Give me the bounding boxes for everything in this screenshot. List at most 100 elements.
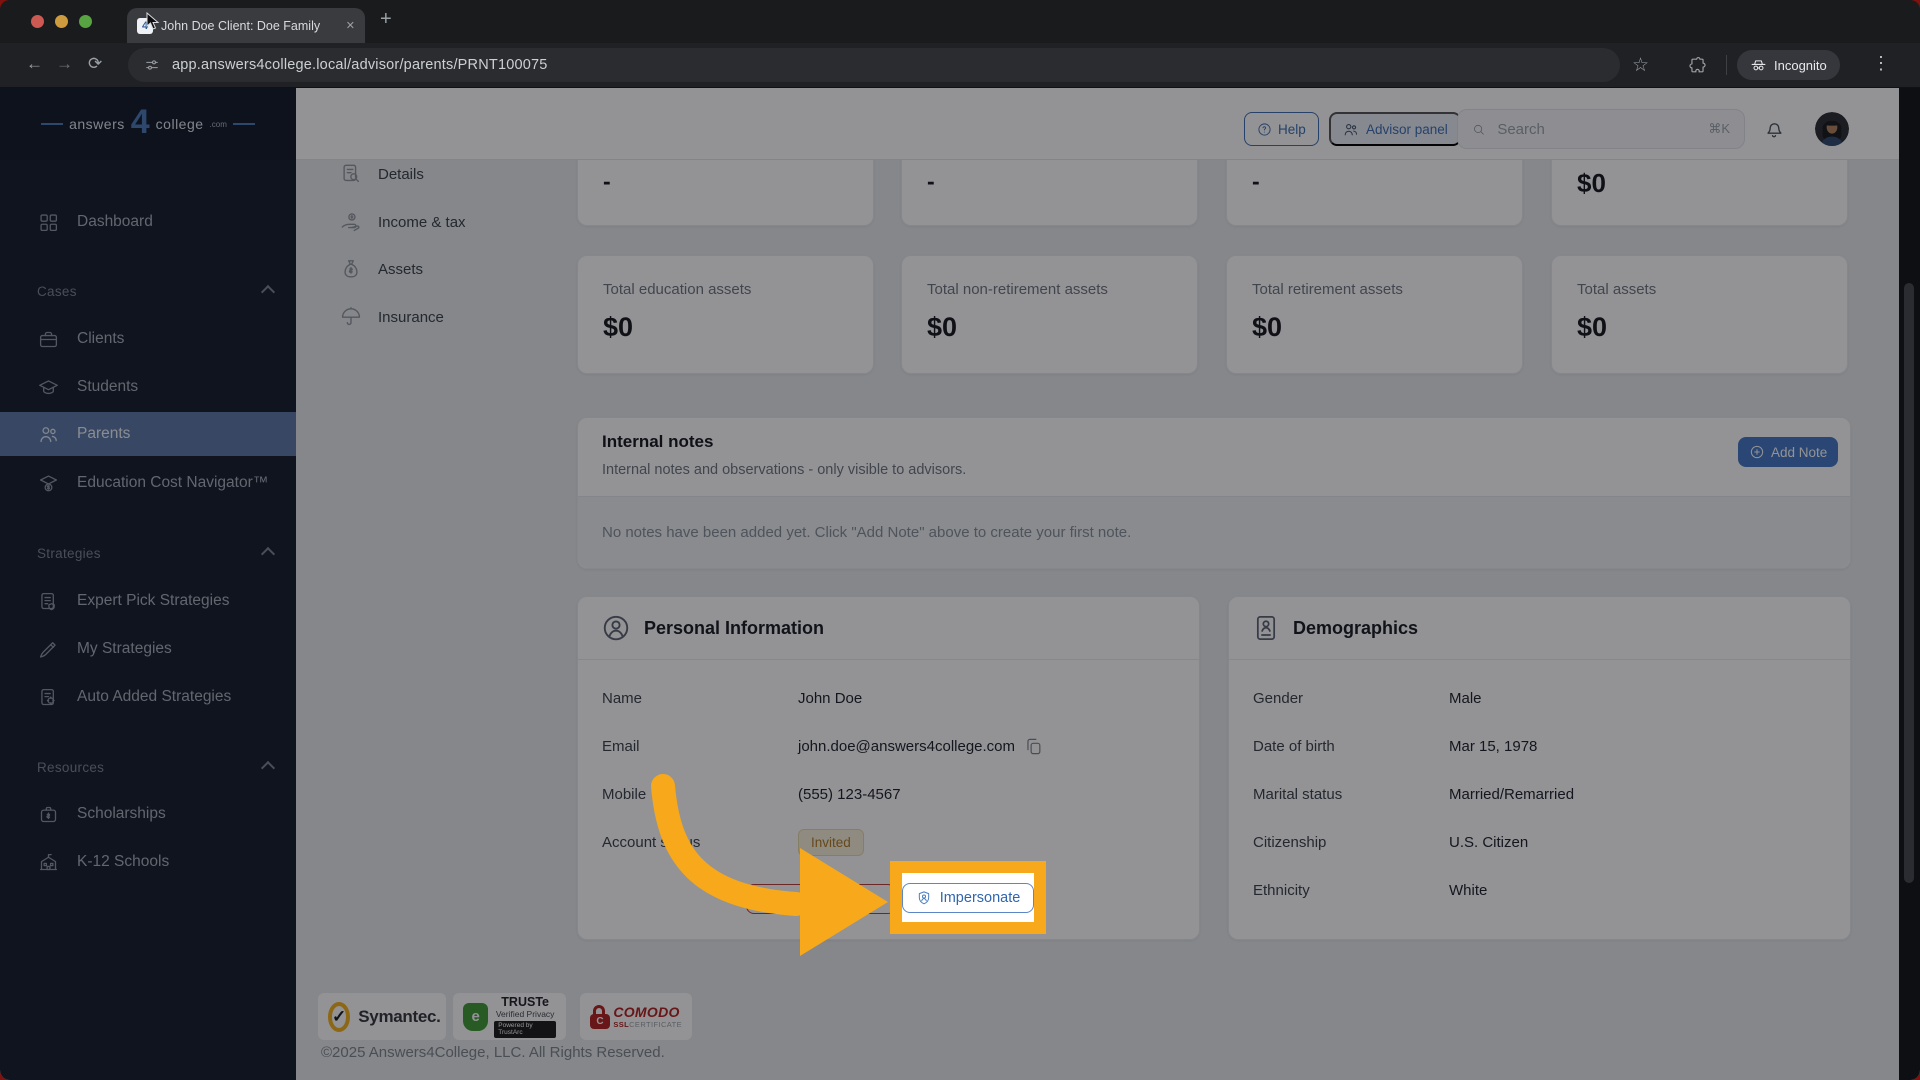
- truste-seal[interactable]: e TRUSTe Verified Privacy Powered by Tru…: [453, 993, 566, 1040]
- search-box[interactable]: ⌘K: [1457, 109, 1745, 149]
- sidebar-item-clients[interactable]: Clients: [0, 317, 296, 361]
- window-minimize-button[interactable]: [55, 15, 68, 28]
- site-settings-icon[interactable]: [144, 57, 160, 73]
- sidebar-section-resources[interactable]: Resources: [37, 760, 104, 775]
- sidebar-item-k12-schools[interactable]: K-12 Schools: [0, 840, 296, 884]
- submenu-item-details[interactable]: Details: [340, 154, 550, 194]
- copyright-text: ©2025 Answers4College, LLC. All Rights R…: [321, 1044, 665, 1061]
- extensions-icon[interactable]: [1688, 56, 1707, 75]
- sidebar-item-parents[interactable]: Parents: [0, 412, 296, 456]
- sidebar-section-cases[interactable]: Cases: [37, 284, 77, 299]
- internal-notes-title: Internal notes: [602, 432, 714, 451]
- window-close-button[interactable]: [31, 15, 44, 28]
- sidebar-item-my-strategies[interactable]: My Strategies: [0, 627, 296, 671]
- comodo-subtitle: SSLCERTIFICATE: [613, 1020, 682, 1030]
- submenu-label: Income & tax: [378, 213, 466, 231]
- copy-icon[interactable]: [1024, 737, 1043, 756]
- help-icon: [1258, 122, 1271, 136]
- row-label: Mobile: [602, 785, 647, 803]
- search-input[interactable]: [1495, 119, 1699, 139]
- sidebar-item-label: Clients: [77, 330, 125, 347]
- sidebar-item-label: Auto Added Strategies: [77, 688, 232, 705]
- info-row-marital-status: Marital status Married/Remarried: [1253, 770, 1826, 818]
- symantec-seal[interactable]: ✓ Symantec.: [318, 993, 446, 1040]
- sidebar-item-scholarships[interactable]: Scholarships: [0, 792, 296, 836]
- submenu-label: Assets: [378, 260, 424, 278]
- browser-tab[interactable]: 4 John Doe Client: Doe Family ✕: [127, 8, 365, 43]
- assets-icon: [344, 260, 358, 278]
- demographics-doc-icon: [1256, 616, 1276, 640]
- impersonate-button[interactable]: Impersonate: [901, 882, 1035, 913]
- stat-value: $0: [603, 312, 634, 342]
- advisor-panel-button[interactable]: Advisor panel: [1329, 112, 1461, 146]
- page-scrollbar: [1899, 88, 1920, 1080]
- app-topbar: Help Advisor panel ⌘K: [296, 88, 1920, 160]
- chevron-up-icon[interactable]: [260, 546, 276, 562]
- sidebar-item-dashboard[interactable]: Dashboard: [0, 200, 296, 244]
- address-bar[interactable]: app.answers4college.local/advisor/parent…: [128, 48, 1620, 82]
- submenu-item-insurance[interactable]: Insurance: [340, 297, 550, 337]
- stat-value: -: [603, 168, 611, 194]
- help-button[interactable]: Help: [1244, 112, 1319, 146]
- row-value: Married/Remarried: [1449, 785, 1575, 803]
- sidebar: answers 4 college .com Dashboard Cases C…: [0, 88, 296, 1080]
- sidebar-item-auto-added-strategies[interactable]: Auto Added Strategies: [0, 675, 296, 719]
- row-label: Email: [602, 737, 640, 755]
- truste-subtitle: Verified Privacy: [495, 1008, 555, 1019]
- stat-label: Total education assets: [603, 281, 752, 298]
- deactivate-button[interactable]: Deactivate: [746, 884, 896, 914]
- notifications-bell-icon[interactable]: [1763, 118, 1785, 140]
- scrollbar-thumb[interactable]: [1904, 283, 1914, 883]
- demographics-card: Demographics Gender Male Date of birth M…: [1228, 596, 1851, 940]
- info-row-account-status: Account status Invited: [602, 818, 1175, 866]
- browser-window: 4 John Doe Client: Doe Family ✕ + ← → ⟳ …: [0, 0, 1920, 1080]
- stat-value: -: [927, 168, 935, 194]
- pen-icon: [39, 641, 56, 658]
- stat-card-total-non-retirement-assets: Total non-retirement assets $0: [901, 255, 1198, 374]
- truste-powered: Powered by TrustArc: [494, 1020, 556, 1038]
- app-logo[interactable]: answers 4 college .com: [0, 88, 296, 160]
- submenu-item-assets[interactable]: Assets: [340, 249, 550, 289]
- window-zoom-button[interactable]: [79, 15, 92, 28]
- highlight-frame: Impersonate: [890, 861, 1046, 934]
- browser-menu-icon[interactable]: ⋮: [1872, 53, 1890, 74]
- chevron-up-icon[interactable]: [260, 760, 276, 776]
- row-label: Citizenship: [1253, 833, 1327, 851]
- incognito-label: Incognito: [1774, 57, 1827, 73]
- logo-line-right: [232, 123, 255, 125]
- tab-close-icon[interactable]: ✕: [346, 19, 355, 32]
- user-avatar[interactable]: [1815, 112, 1849, 146]
- stat-value: $0: [927, 312, 958, 342]
- symantec-label: Symantec.: [358, 1006, 441, 1026]
- stat-card-total-retirement-assets: Total retirement assets $0: [1226, 255, 1523, 374]
- personal-information-card: Personal Information Name John Doe Email…: [577, 596, 1200, 940]
- sidebar-section-strategies[interactable]: Strategies: [37, 546, 101, 561]
- incognito-spy-icon: [1751, 59, 1766, 70]
- sidebar-item-education-cost-navigator[interactable]: Education Cost Navigator™: [0, 461, 296, 505]
- info-row-citizenship: Citizenship U.S. Citizen: [1253, 818, 1826, 866]
- chevron-up-icon[interactable]: [260, 284, 276, 300]
- row-label: Date of birth: [1253, 737, 1335, 755]
- forward-icon[interactable]: →: [56, 54, 73, 74]
- mouse-cursor: [146, 12, 160, 30]
- dashboard-icon: [40, 213, 58, 231]
- comodo-title: COMODO: [613, 1003, 680, 1020]
- sidebar-item-students[interactable]: Students: [0, 365, 296, 409]
- logo-text-left: answers: [69, 116, 125, 132]
- back-icon[interactable]: ←: [26, 54, 43, 74]
- new-tab-button[interactable]: +: [380, 8, 392, 31]
- add-note-button[interactable]: Add Note: [1738, 437, 1839, 467]
- submenu-label: Insurance: [378, 308, 444, 326]
- reload-icon[interactable]: ⟳: [88, 54, 102, 74]
- comodo-seal[interactable]: C COMODO SSLCERTIFICATE: [580, 993, 692, 1040]
- sidebar-item-label: Scholarships: [77, 805, 166, 822]
- comodo-text: COMODO SSLCERTIFICATE: [613, 1004, 682, 1030]
- graduation-cap-icon: [39, 379, 58, 394]
- personal-information-rows: Name John Doe Email john.doe@answers4col…: [578, 660, 1199, 866]
- scholarships-icon: [40, 806, 57, 822]
- briefcase-icon: [39, 331, 58, 347]
- sidebar-item-expert-pick-strategies[interactable]: Expert Pick Strategies: [0, 579, 296, 623]
- row-value: (555) 123-4567: [798, 785, 901, 803]
- submenu-item-income-tax[interactable]: Income & tax: [340, 202, 550, 242]
- bookmark-star-icon[interactable]: ☆: [1632, 54, 1649, 77]
